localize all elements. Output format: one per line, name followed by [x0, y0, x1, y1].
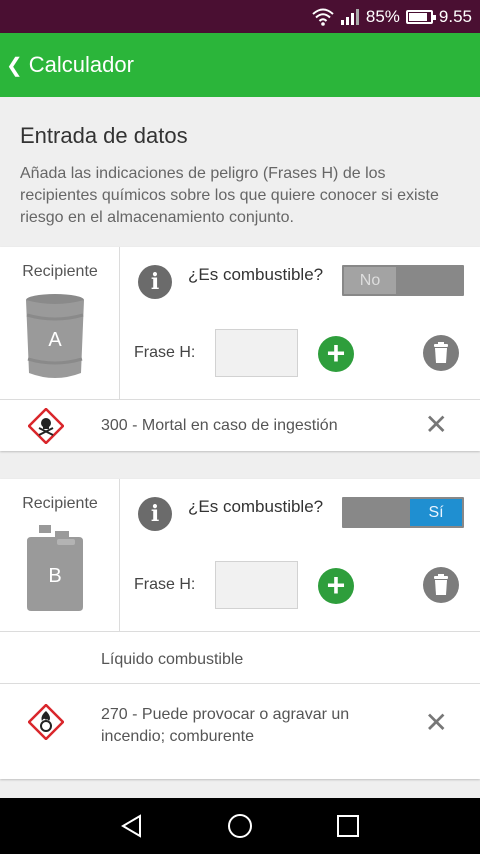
battery-icon — [405, 10, 436, 24]
container-card-a: Recipiente A i ¿Es combustible? No Frase… — [0, 247, 480, 451]
delete-container-button[interactable] — [423, 567, 459, 603]
wifi-icon — [312, 8, 334, 26]
combustible-question: ¿Es combustible? — [188, 265, 324, 284]
home-circle-icon[interactable] — [227, 813, 253, 839]
add-phrase-button[interactable]: + — [318, 336, 354, 372]
battery-percent: 85% — [365, 7, 400, 26]
container-identity: Recipiente A — [0, 247, 120, 399]
frase-h-label: Frase H: — [134, 344, 196, 361]
info-icon[interactable]: i — [138, 265, 172, 299]
barrel-icon: A — [26, 294, 84, 378]
hazard-row: 300 - Mortal en caso de ingestión ✕ — [0, 399, 480, 451]
jerrycan-icon: B — [27, 525, 83, 611]
status-icons: 85% 9.55 — [312, 6, 472, 28]
flame-over-circle-icon — [28, 704, 64, 740]
container-letter: A — [48, 329, 62, 351]
hazard-text: 270 - Puede provocar o agravar un incend… — [101, 706, 350, 745]
hazard-row: 270 - Puede provocar o agravar un incend… — [0, 683, 480, 779]
container-card-b: Recipiente B i ¿Es combustible? Sí Frase… — [0, 479, 480, 779]
remove-hazard-icon[interactable]: ✕ — [425, 709, 448, 737]
trash-icon — [434, 342, 448, 363]
back-triangle-icon[interactable] — [120, 814, 144, 838]
trash-icon — [434, 574, 448, 595]
add-phrase-button[interactable]: + — [318, 568, 354, 604]
remove-hazard-icon[interactable]: ✕ — [425, 411, 448, 439]
frase-h-input[interactable] — [215, 329, 298, 377]
delete-container-button[interactable] — [423, 335, 459, 371]
container-controls: i ¿Es combustible? Sí Frase H: + — [120, 479, 480, 631]
container-letter: B — [48, 565, 61, 587]
combustible-note: Líquido combustible — [101, 651, 244, 668]
frase-h-input[interactable] — [215, 561, 298, 609]
container-identity: Recipiente B — [0, 479, 120, 631]
skull-crossbones-icon — [28, 408, 64, 444]
section-title: Entrada de datos — [20, 123, 188, 148]
app-bar: ❮ Calculador — [0, 33, 480, 97]
frase-h-label: Frase H: — [134, 576, 196, 593]
clock: 9.55 — [438, 7, 472, 26]
signal-icon — [340, 9, 359, 25]
back-chevron-icon[interactable]: ❮ — [6, 53, 23, 78]
recents-square-icon[interactable] — [336, 814, 360, 838]
combustible-question: ¿Es combustible? — [188, 497, 324, 516]
app-title[interactable]: Calculador — [29, 52, 134, 78]
status-bar: 85% 9.55 — [0, 0, 480, 33]
container-label: Recipiente — [22, 263, 98, 280]
toggle-state-label: No — [344, 267, 396, 294]
section-description: Añada las indicaciones de peligro (Frase… — [20, 165, 439, 226]
container-label: Recipiente — [22, 495, 98, 512]
combustible-toggle[interactable]: Sí — [342, 497, 464, 528]
combustible-toggle[interactable]: No — [342, 265, 464, 296]
combustible-note-row: Líquido combustible — [0, 631, 480, 683]
intro-section: Entrada de datos Añada las indicaciones … — [0, 97, 480, 244]
hazard-text: 300 - Mortal en caso de ingestión — [101, 417, 338, 434]
system-nav-bar — [0, 798, 480, 854]
container-controls: i ¿Es combustible? No Frase H: + — [120, 247, 480, 399]
toggle-state-label: Sí — [410, 499, 462, 526]
info-icon[interactable]: i — [138, 497, 172, 531]
